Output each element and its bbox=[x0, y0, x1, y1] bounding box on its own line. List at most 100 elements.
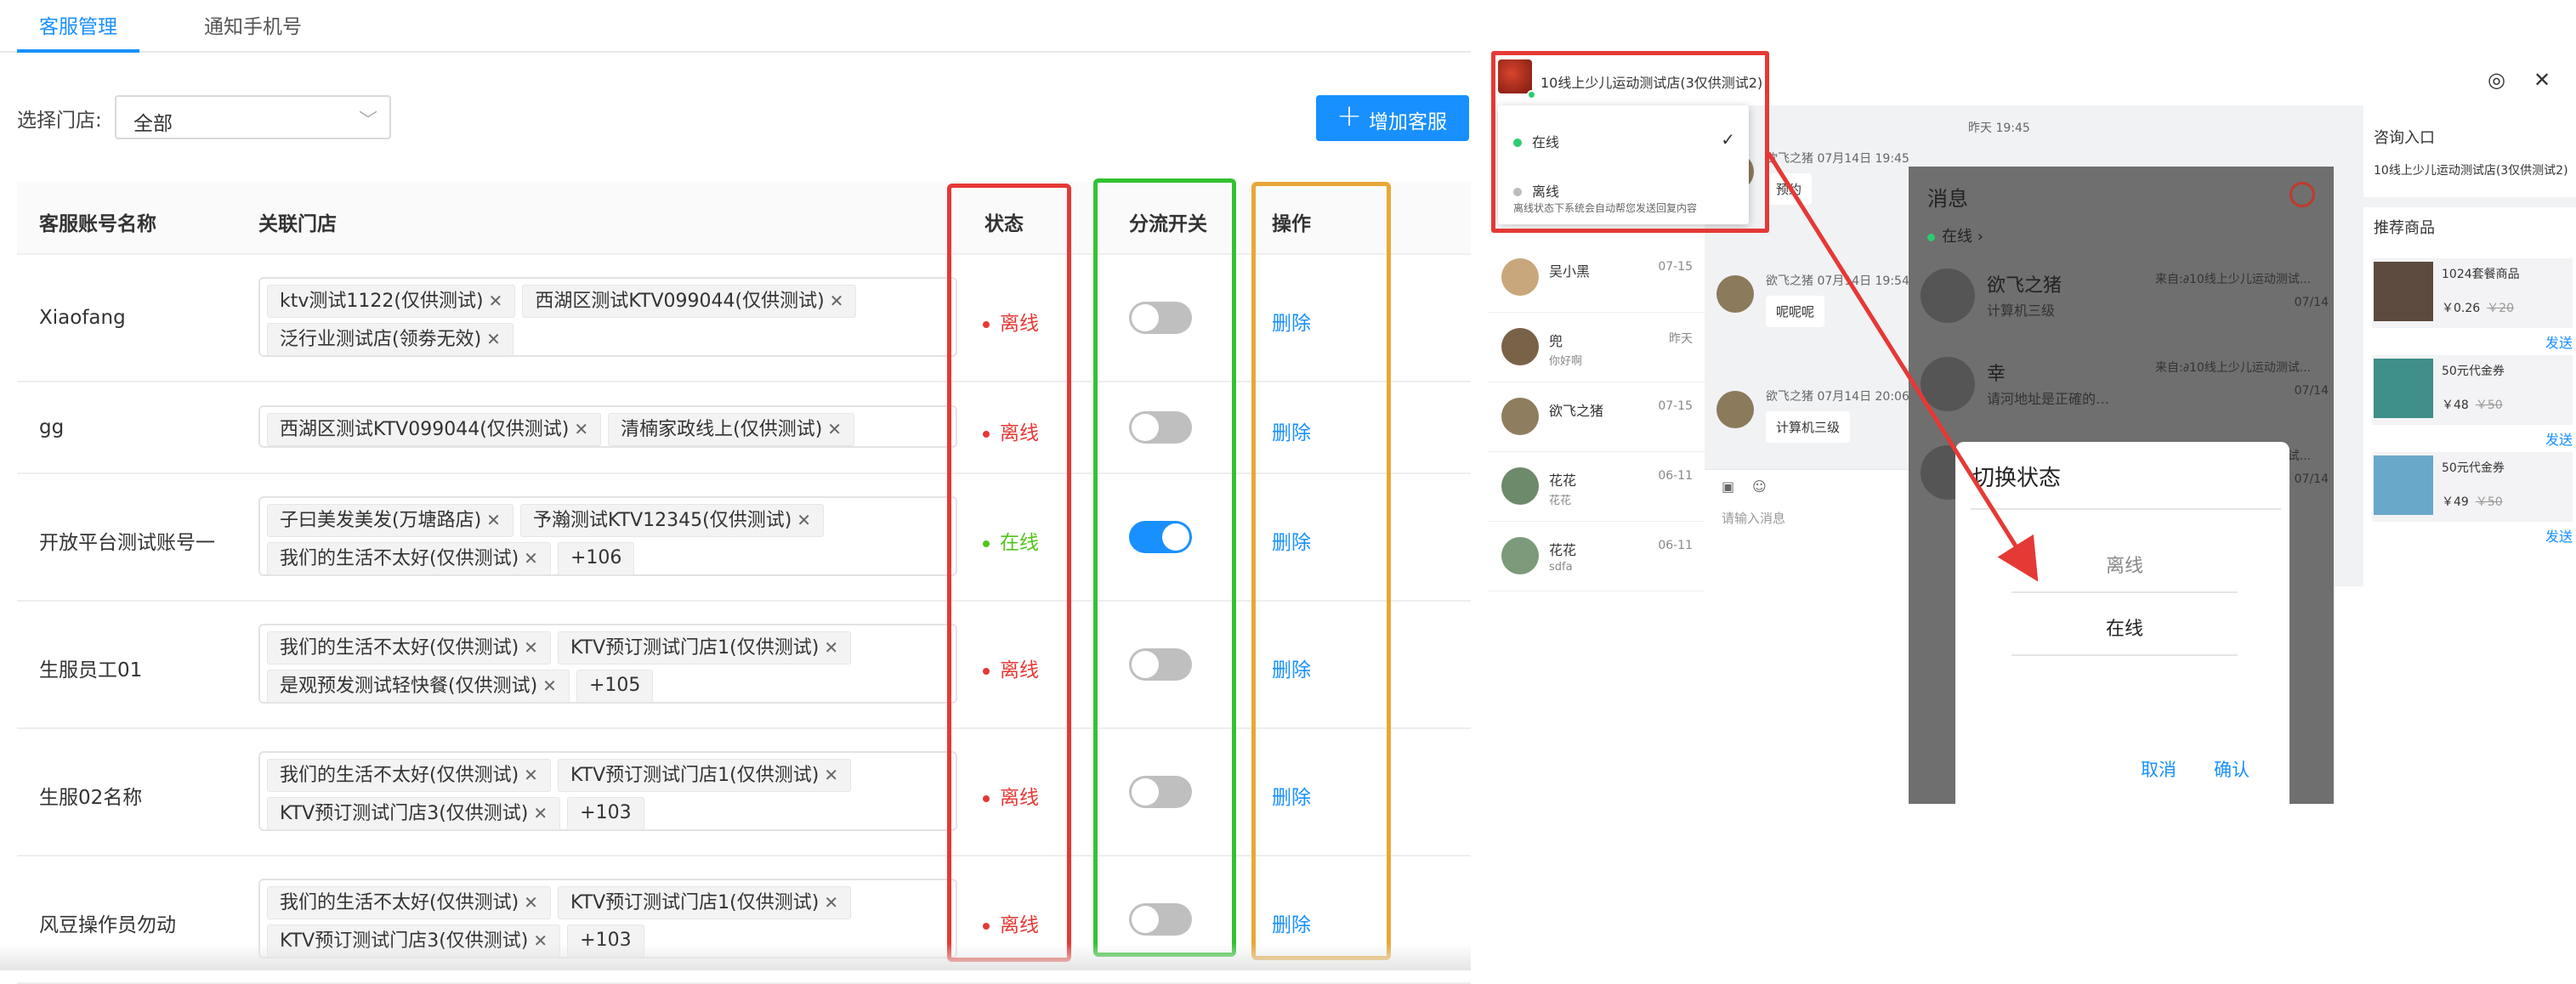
close-icon[interactable]: ✕ bbox=[824, 637, 838, 658]
toggle-column-highlight bbox=[1093, 178, 1236, 957]
message-preview: 请河地址是正確的… bbox=[1987, 391, 2110, 407]
confirm-button[interactable]: 确认 bbox=[2214, 756, 2250, 782]
consult-panel: 咨询入口 10线上少儿运动测试店(3仅供测试2) 推荐商品 1024套餐商品 ￥0… bbox=[2363, 105, 2576, 586]
avatar bbox=[1501, 328, 1539, 365]
more-stores-tag[interactable]: +105 bbox=[576, 670, 654, 703]
store-tag: ktv测试1122(仅供测试) ✕ bbox=[267, 285, 516, 318]
avatar bbox=[1716, 275, 1754, 313]
close-icon[interactable]: ✕ bbox=[574, 419, 588, 439]
avatar bbox=[1716, 391, 1754, 428]
contact-time: 06-11 bbox=[1658, 539, 1693, 552]
account-name: gg bbox=[39, 416, 65, 438]
messages-status[interactable]: 在线 › bbox=[1927, 224, 1983, 246]
store-tag: 我们的生活不太好(仅供测试) ✕ bbox=[267, 542, 551, 575]
close-icon[interactable]: ✕ bbox=[533, 803, 548, 823]
close-icon[interactable]: ✕ bbox=[489, 291, 503, 311]
product-image bbox=[2374, 262, 2433, 321]
store-tag-box[interactable]: 西湖区测试KTV099044(仅供测试) ✕ 清楠家政线上(仅供测试) ✕ bbox=[258, 405, 957, 448]
avatar bbox=[1501, 467, 1539, 505]
contact-item[interactable]: 吴小黑 07-15 bbox=[1488, 243, 1705, 313]
chat-bubble: 计算机三级 bbox=[1766, 411, 1851, 443]
send-product-button[interactable]: 发送 bbox=[2545, 331, 2573, 352]
message-source: 来自:∂10线上少儿运动测试... bbox=[2155, 273, 2312, 286]
avatar bbox=[1501, 258, 1539, 296]
store-tag-box[interactable]: 我们的生活不太好(仅供测试) ✕ KTV预订测试门店1(仅供测试) ✕ KTV预订测试门… bbox=[258, 751, 957, 831]
send-product-button[interactable]: 发送 bbox=[2545, 428, 2573, 449]
contact-name: 欲飞之猪 bbox=[1549, 403, 1604, 419]
emoji-icon[interactable]: ☺ bbox=[1752, 478, 1767, 495]
chat-message-meta: 欲飞之猪 07月14日 20:06 bbox=[1766, 390, 1909, 404]
power-icon[interactable] bbox=[2289, 182, 2315, 207]
message-preview: 计算机三级 bbox=[1987, 303, 2056, 319]
product-card[interactable]: 50元代金券 ￥48 ￥50 bbox=[2372, 355, 2573, 425]
product-card[interactable]: 50元代金券 ￥49 ￥50 bbox=[2372, 452, 2573, 522]
contact-item[interactable]: 欲飞之猪 07-15 bbox=[1488, 382, 1705, 452]
column-header-stores: 关联门店 bbox=[258, 213, 337, 235]
cancel-button[interactable]: 取消 bbox=[2141, 756, 2176, 782]
message-date: 07/14 bbox=[2294, 472, 2329, 486]
contact-name: 兜 bbox=[1549, 333, 1563, 349]
send-product-button[interactable]: 发送 bbox=[2545, 525, 2573, 546]
more-stores-tag[interactable]: +103 bbox=[567, 797, 644, 830]
message-row[interactable]: 欲飞之猪 计算机三级 来自:∂10线上少儿运动测试... 07/14 bbox=[1909, 252, 2334, 345]
store-tag: 西湖区测试KTV099044(仅供测试) ✕ bbox=[267, 413, 602, 446]
avatar bbox=[1501, 398, 1539, 435]
close-icon[interactable]: ✕ bbox=[524, 765, 538, 785]
store-tag: 我们的生活不太好(仅供测试) ✕ bbox=[267, 631, 551, 664]
chat-message-meta: 欲飞之猪 07月14日 19:54 bbox=[1766, 274, 1909, 288]
avatar bbox=[1921, 269, 1975, 323]
switch-option-online[interactable]: 在线 bbox=[2011, 614, 2238, 641]
product-price: ￥48 ￥50 bbox=[2442, 399, 2503, 412]
close-icon[interactable]: ✕ bbox=[524, 637, 538, 658]
chat-bubble: 呢呢呢 bbox=[1766, 296, 1825, 327]
settings-icon[interactable]: ◎ bbox=[2488, 68, 2505, 92]
product-name: 50元代金券 bbox=[2442, 461, 2505, 475]
store-tag: 子曰美发美发(万塘路店) ✕ bbox=[267, 504, 513, 537]
close-icon[interactable]: ✕ bbox=[486, 329, 501, 349]
switch-option-offline[interactable]: 离线 bbox=[2011, 551, 2238, 578]
message-source: 来自:∂10线上少儿运动测试... bbox=[2155, 361, 2312, 375]
store-tag: KTV预订测试门店1(仅供测试) ✕ bbox=[557, 886, 852, 919]
image-icon[interactable]: ▣ bbox=[1722, 478, 1734, 495]
close-icon[interactable]: ✕ bbox=[524, 548, 538, 568]
close-icon[interactable]: ✕ bbox=[824, 892, 838, 913]
contact-name: 花花 bbox=[1549, 542, 1577, 558]
contact-item[interactable]: 花花 sdfa 06-11 bbox=[1488, 522, 1705, 591]
store-filter-label: 选择门店: bbox=[17, 110, 102, 132]
close-icon[interactable]: ✕ bbox=[830, 291, 844, 311]
product-name: 1024套餐商品 bbox=[2442, 268, 2520, 281]
message-sender: 幸 bbox=[1987, 364, 2006, 385]
product-card[interactable]: 1024套餐商品 ￥0.26 ￥20 bbox=[2372, 258, 2573, 328]
close-icon[interactable]: ✕ bbox=[2533, 68, 2550, 92]
close-icon[interactable]: ✕ bbox=[827, 419, 842, 439]
store-tag: 清楠家政线上(仅供测试) ✕ bbox=[608, 413, 855, 446]
close-icon[interactable]: ✕ bbox=[824, 765, 838, 785]
tab-notify-phone[interactable]: 通知手机号 bbox=[204, 10, 302, 51]
more-stores-tag[interactable]: +106 bbox=[557, 542, 635, 575]
contact-name: 花花 bbox=[1549, 472, 1577, 489]
store-select[interactable]: 全部 ﹀ bbox=[115, 95, 391, 139]
bottom-fade bbox=[0, 943, 1471, 970]
messages-title: 消息 bbox=[1927, 187, 1968, 211]
close-icon[interactable]: ✕ bbox=[797, 510, 811, 530]
store-tag-box[interactable]: ktv测试1122(仅供测试) ✕ 西湖区测试KTV099044(仅供测试) ✕ 泛行业… bbox=[258, 277, 957, 357]
recommended-title: 推荐商品 bbox=[2374, 219, 2435, 237]
chat-bubble: 预约 bbox=[1766, 173, 1813, 205]
contact-item[interactable]: 花花 花花 06-11 bbox=[1488, 452, 1705, 522]
close-icon[interactable]: ✕ bbox=[542, 676, 557, 696]
store-tag-box[interactable]: 我们的生活不太好(仅供测试) ✕ KTV预订测试门店1(仅供测试) ✕ 是观预发测试轻快… bbox=[258, 624, 957, 704]
store-tag: KTV预订测试门店3(仅供测试) ✕ bbox=[267, 797, 561, 830]
message-row[interactable]: 幸请河地址是正確的… 来自:∂10线上少儿运动测试... 07/14 bbox=[1909, 340, 2334, 433]
product-price: ￥49 ￥50 bbox=[2442, 495, 2503, 509]
add-customer-service-button[interactable]: + 增加客服 bbox=[1316, 95, 1469, 141]
tab-customer-service[interactable]: 客服管理 bbox=[17, 10, 139, 53]
contact-item[interactable]: 兜你好啊 昨天 bbox=[1488, 313, 1705, 382]
close-icon[interactable]: ✕ bbox=[486, 510, 501, 530]
plus-icon: + bbox=[1336, 99, 1363, 133]
close-icon[interactable]: ✕ bbox=[524, 892, 538, 913]
product-image bbox=[2374, 359, 2433, 418]
store-tag-box[interactable]: 子曰美发美发(万塘路店) ✕ 予瀚测试KTV12345(仅供测试) ✕ 我们的生活不太好… bbox=[258, 496, 957, 576]
store-tag: 我们的生活不太好(仅供测试) ✕ bbox=[267, 759, 551, 792]
tab-bar: 客服管理 通知手机号 bbox=[0, 0, 1471, 53]
chat-input-placeholder: 请输入消息 bbox=[1722, 511, 1786, 526]
